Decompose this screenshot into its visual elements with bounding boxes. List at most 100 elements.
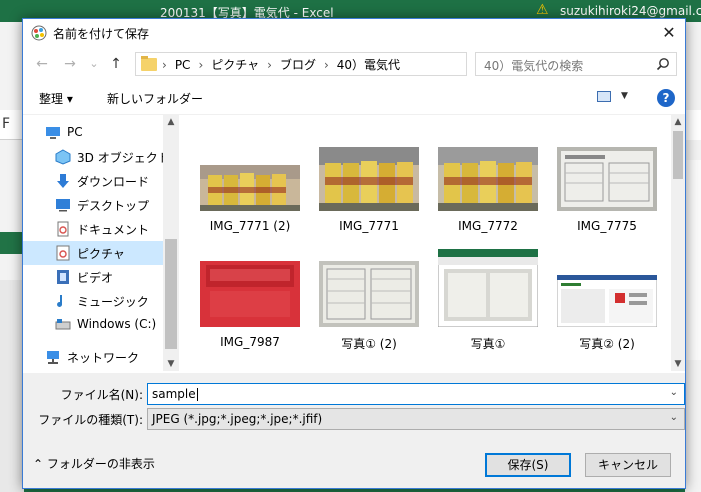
navigation-bar: ← → ⌄ ↑ ›PC›ピクチャ›ブログ›40）電気代 ▼ ↻ 40）電気代の検…	[23, 49, 685, 79]
address-bar[interactable]: ›PC›ピクチャ›ブログ›40）電気代 ▼ ↻	[135, 52, 564, 76]
breadcrumb-item-electricity[interactable]: 40）電気代	[337, 58, 400, 72]
video-icon	[57, 270, 69, 284]
filetype-value: JPEG (*.jpg;*.jpeg;*.jpe;*.jfif)	[152, 412, 323, 426]
sidebar-item-label: ネットワーク	[67, 351, 140, 365]
music-icon	[57, 295, 63, 307]
file-grid-scroll-thumb[interactable]	[673, 131, 683, 179]
file-tile[interactable]: 写真② (2)	[551, 255, 663, 375]
file-thumbnail	[438, 249, 538, 327]
file-name: IMG_7775	[577, 219, 637, 233]
sidebar-item-pictures[interactable]: ピクチャ	[23, 241, 163, 265]
save-as-dialog: 名前を付けて保存 ✕ ← → ⌄ ↑ › PC › ピクチャ › ブログ › 40）電気代 ▼…	[22, 18, 686, 489]
download-icon	[57, 174, 69, 188]
breadcrumb: › PC › ピクチャ › ブログ › 40）電気代	[162, 56, 408, 73]
file-thumbnail	[319, 147, 419, 211]
file-thumbnail	[200, 261, 300, 327]
sidebar-item-label: ダウンロード	[77, 175, 150, 189]
chevron-down-icon[interactable]: ⌄	[670, 387, 678, 398]
filename-value: sample	[152, 387, 198, 401]
file-name: 写真① (2)	[341, 337, 397, 351]
view-options-icon[interactable]	[597, 91, 611, 102]
save-button[interactable]: 保存(S)	[485, 453, 571, 477]
breadcrumb-separator[interactable]: ›	[198, 58, 203, 72]
dialog-title: 名前を付けて保存	[53, 27, 150, 41]
excel-app-icon	[31, 25, 47, 41]
file-thumbnail	[319, 261, 419, 327]
filetype-select[interactable]: JPEG (*.jpg;*.jpeg;*.jpe;*.jfif) ⌄	[147, 408, 685, 430]
filename-label: ファイル名(N):	[60, 388, 143, 402]
pc-icon	[46, 127, 60, 139]
filename-text: sample	[152, 387, 196, 401]
excel-right-strip-lower	[685, 160, 701, 360]
sidebar-item-3d-objects[interactable]: 3D オブジェクト	[23, 145, 170, 169]
text-caret	[196, 388, 198, 401]
dialog-titlebar[interactable]: 名前を付けて保存 ✕	[23, 19, 685, 47]
chevron-down-icon[interactable]: ⌄	[670, 412, 678, 423]
file-grid-scrollbar[interactable]: ▲ ▼	[671, 115, 685, 371]
scroll-up-icon[interactable]: ▲	[163, 115, 179, 129]
file-thumbnail	[200, 165, 300, 211]
excel-user[interactable]: suzukihiroki24@gmail.co	[560, 4, 701, 18]
breadcrumb-separator: ›	[162, 58, 167, 72]
file-tile[interactable]: IMG_7987	[194, 255, 306, 375]
sidebar-item-label: Windows (C:)	[77, 317, 157, 331]
sidebar-scroll-thumb[interactable]	[165, 239, 177, 349]
search-icon[interactable]	[656, 57, 670, 71]
forward-arrow-icon[interactable]: →	[59, 53, 81, 75]
breadcrumb-item-pictures[interactable]: ピクチャ	[211, 58, 259, 72]
breadcrumb-separator[interactable]: ›	[324, 58, 329, 72]
close-icon[interactable]: ✕	[653, 19, 685, 47]
recent-locations-icon[interactable]: ⌄	[83, 53, 105, 75]
breadcrumb-separator[interactable]: ›	[267, 58, 272, 72]
chevron-up-icon: ⌃	[33, 457, 44, 471]
sidebar-item-label: ドキュメント	[77, 223, 150, 237]
sidebar-item-drive-c[interactable]: Windows (C:)	[23, 313, 163, 337]
hide-folders-label: フォルダーの非表示	[46, 457, 155, 471]
organize-button[interactable]: 整理 ▾	[39, 90, 73, 107]
sidebar-item-documents[interactable]: ドキュメント	[23, 217, 163, 241]
file-tile[interactable]: 写真① (2)	[313, 255, 425, 375]
excel-green-strip	[0, 232, 24, 254]
scroll-down-icon[interactable]: ▼	[671, 357, 685, 371]
sidebar-item-desktop[interactable]: デスクトップ	[23, 193, 163, 217]
file-name: IMG_7987	[220, 335, 280, 349]
back-arrow-icon[interactable]: ←	[31, 53, 53, 75]
up-arrow-icon[interactable]: ↑	[105, 53, 127, 75]
breadcrumb-item-pc[interactable]: PC	[175, 58, 191, 72]
sidebar-item-label: ビデオ	[77, 271, 114, 285]
desktop-icon	[56, 199, 70, 212]
scroll-down-icon[interactable]: ▼	[163, 357, 179, 371]
file-tile[interactable]: IMG_7771	[313, 133, 425, 253]
new-folder-button[interactable]: 新しいフォルダー	[107, 90, 203, 107]
scroll-up-icon[interactable]: ▲	[671, 115, 685, 129]
search-input[interactable]: 40）電気代の検索	[475, 52, 677, 76]
filetype-label: ファイルの種類(T):	[38, 413, 143, 427]
network-icon	[47, 351, 59, 364]
file-tile[interactable]: IMG_7772	[432, 133, 544, 253]
sidebar-item-label: PC	[67, 125, 83, 139]
file-tile[interactable]: 写真①	[432, 249, 544, 375]
sidebar-item-pc[interactable]: PC	[23, 121, 163, 145]
file-name: IMG_7771 (2)	[209, 219, 291, 233]
file-thumbnail	[438, 147, 538, 211]
dialog-footer: ⌃ フォルダーの非表示 保存(S) キャンセル	[23, 433, 685, 488]
warning-icon: ⚠	[536, 2, 549, 18]
view-dropdown-icon[interactable]: ▼	[621, 91, 628, 101]
sidebar-item-music[interactable]: ミュージック	[23, 289, 163, 313]
sidebar-scrollbar[interactable]: ▲ ▼	[163, 115, 179, 371]
breadcrumb-item-blog[interactable]: ブログ	[280, 58, 316, 72]
help-icon[interactable]: ?	[657, 89, 675, 107]
sidebar-item-videos[interactable]: ビデオ	[23, 265, 163, 289]
command-toolbar: 整理 ▾ 新しいフォルダー ▼ ?	[23, 81, 685, 115]
sidebar-item-label: デスクトップ	[77, 199, 150, 213]
sidebar-item-label: ピクチャ	[77, 247, 125, 261]
3d-objects-icon	[55, 149, 71, 165]
sidebar-item-downloads[interactable]: ダウンロード	[23, 169, 163, 193]
file-tile[interactable]: IMG_7771 (2)	[194, 133, 306, 253]
cancel-button[interactable]: キャンセル	[585, 453, 671, 477]
sidebar-item-network[interactable]: ネットワーク	[23, 345, 163, 369]
file-name: IMG_7772	[458, 219, 518, 233]
filename-input[interactable]: sample ⌄	[147, 383, 685, 405]
hide-folders-toggle[interactable]: ⌃ フォルダーの非表示	[33, 455, 155, 472]
file-tile[interactable]: IMG_7775	[551, 133, 663, 253]
